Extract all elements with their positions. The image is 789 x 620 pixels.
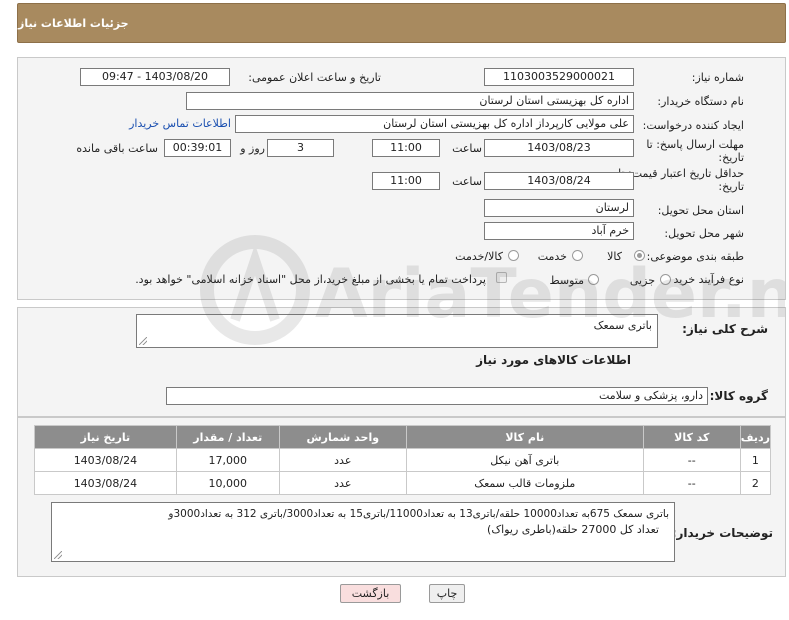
buyer-notes-field: باتری سمعک 675به تعداد10000 حلقه/باتری13… (51, 502, 675, 562)
buyer-contact-link[interactable]: اطلاعات تماس خریدار (129, 117, 231, 130)
goods-group-label: گروه کالا: (709, 389, 768, 403)
category-goods-label: کالا (607, 250, 622, 263)
cell-unit: عدد (278, 471, 407, 495)
cell-code: -- (642, 448, 741, 472)
resize-grip-icon[interactable] (139, 337, 147, 345)
cell-row: 1 (739, 448, 772, 472)
page-title: جزئیات اطلاعات نیاز (18, 16, 129, 30)
reply-deadline-time-field: 11:00 (372, 139, 440, 157)
announce-datetime-label: تاریخ و ساعت اعلان عمومی: (248, 71, 381, 84)
col-header-quantity: تعداد / مقدار (175, 425, 280, 449)
page-header: جزئیات اطلاعات نیاز (17, 3, 786, 43)
items-section-title: اطلاعات کالاهای مورد نیاز (476, 353, 631, 367)
need-summary-field: باتری سمعک (136, 314, 658, 348)
buyer-org-label: نام دستگاه خریدار: (657, 95, 744, 108)
price-validity-time-label: ساعت (452, 175, 482, 188)
price-validity-time-field: 11:00 (372, 172, 440, 190)
reply-deadline-date-field: 1403/08/23 (484, 139, 634, 157)
buyer-notes-label: توضیحات خریدار: (671, 526, 773, 540)
need-number-field: 1103003529000021 (484, 68, 634, 86)
table-row: 1 -- باتری آهن نیکل عدد 17,000 1403/08/2… (34, 448, 772, 472)
price-validity-date-field: 1403/08/24 (484, 172, 634, 190)
category-label: طبقه بندی موضوعی: (646, 250, 744, 263)
col-header-date: تاریخ نیاز (34, 425, 177, 449)
category-service-label: خدمت (537, 250, 567, 263)
requester-label: ایجاد کننده درخواست: (642, 119, 744, 132)
need-number-label: شماره نیاز: (691, 71, 744, 84)
cell-date: 1403/08/24 (34, 448, 177, 472)
category-goods-service-label: کالا/خدمت (455, 250, 503, 263)
delivery-province-field: لرستان (484, 199, 634, 217)
category-service-radio[interactable] (572, 250, 583, 261)
need-summary-text: باتری سمعک (593, 319, 652, 332)
cell-row: 2 (739, 471, 772, 495)
cell-quantity: 17,000 (175, 448, 280, 472)
purchase-medium-radio[interactable] (588, 274, 599, 285)
announce-datetime-field: 1403/08/20 - 09:47 (80, 68, 230, 86)
time-remaining-field: 00:39:01 (164, 139, 231, 157)
reply-deadline-label: مهلت ارسال پاسخ: تا (646, 138, 744, 151)
print-button[interactable]: چاپ (429, 584, 465, 603)
category-goods-service-radio[interactable] (508, 250, 519, 261)
cell-quantity: 10,000 (175, 471, 280, 495)
reply-deadline-time-label: ساعت (452, 142, 482, 155)
cell-code: -- (642, 471, 741, 495)
col-header-row: ردیف (739, 425, 772, 449)
price-validity-label: حداقل تاریخ اعتبار قیمت: تا (618, 167, 744, 180)
resize-grip-icon[interactable] (54, 551, 62, 559)
purchase-minor-radio[interactable] (660, 274, 671, 285)
days-label: روز و (240, 142, 265, 155)
need-summary-label: شرح کلی نیاز: (682, 322, 768, 336)
requester-field: علی مولایی کارپرداز اداره کل بهزیستی است… (235, 115, 634, 133)
purchase-medium-label: متوسط (549, 274, 584, 287)
col-header-name: نام کالا (405, 425, 644, 449)
goods-group-field: دارو، پزشکی و سلامت (166, 387, 708, 405)
back-button[interactable]: بازگشت (340, 584, 401, 603)
treasury-bonds-checkbox[interactable] (496, 272, 507, 283)
buyer-org-field: اداره کل بهزیستی استان لرستان (186, 92, 634, 110)
category-goods-radio[interactable] (634, 250, 645, 261)
price-validity-label-date: تاریخ: (718, 180, 744, 193)
col-header-unit: واحد شمارش (278, 425, 407, 449)
cell-date: 1403/08/24 (34, 471, 177, 495)
buyer-notes-line1: باتری سمعک 675به تعداد10000 حلقه/باتری13… (168, 508, 669, 520)
days-remaining-field: 3 (267, 139, 334, 157)
table-row: 2 -- ملزومات قالب سمعک عدد 10,000 1403/0… (34, 471, 772, 495)
purchase-minor-label: جزیی (629, 274, 655, 287)
delivery-province-label: استان محل تحویل: (657, 204, 744, 217)
items-table: ردیف کد کالا نام کالا واحد شمارش تعداد /… (34, 425, 772, 495)
purchase-type-label: نوع فرآیند خرید : (666, 273, 744, 286)
cell-name: باتری آهن نیکل (405, 448, 644, 472)
buyer-notes-line2: تعداد کل 27000 حلقه(باطری ریواک) (487, 523, 659, 536)
delivery-city-field: خرم آباد (484, 222, 634, 240)
delivery-city-label: شهر محل تحویل: (664, 227, 744, 240)
table-header-row: ردیف کد کالا نام کالا واحد شمارش تعداد /… (34, 425, 772, 449)
cell-unit: عدد (278, 448, 407, 472)
cell-name: ملزومات قالب سمعک (405, 471, 644, 495)
reply-deadline-label-date: تاریخ: (718, 151, 744, 164)
time-remaining-label: ساعت باقی مانده (76, 142, 158, 155)
col-header-code: کد کالا (642, 425, 741, 449)
treasury-bonds-note: پرداخت تمام یا بخشی از مبلغ خرید،از محل … (135, 273, 486, 286)
